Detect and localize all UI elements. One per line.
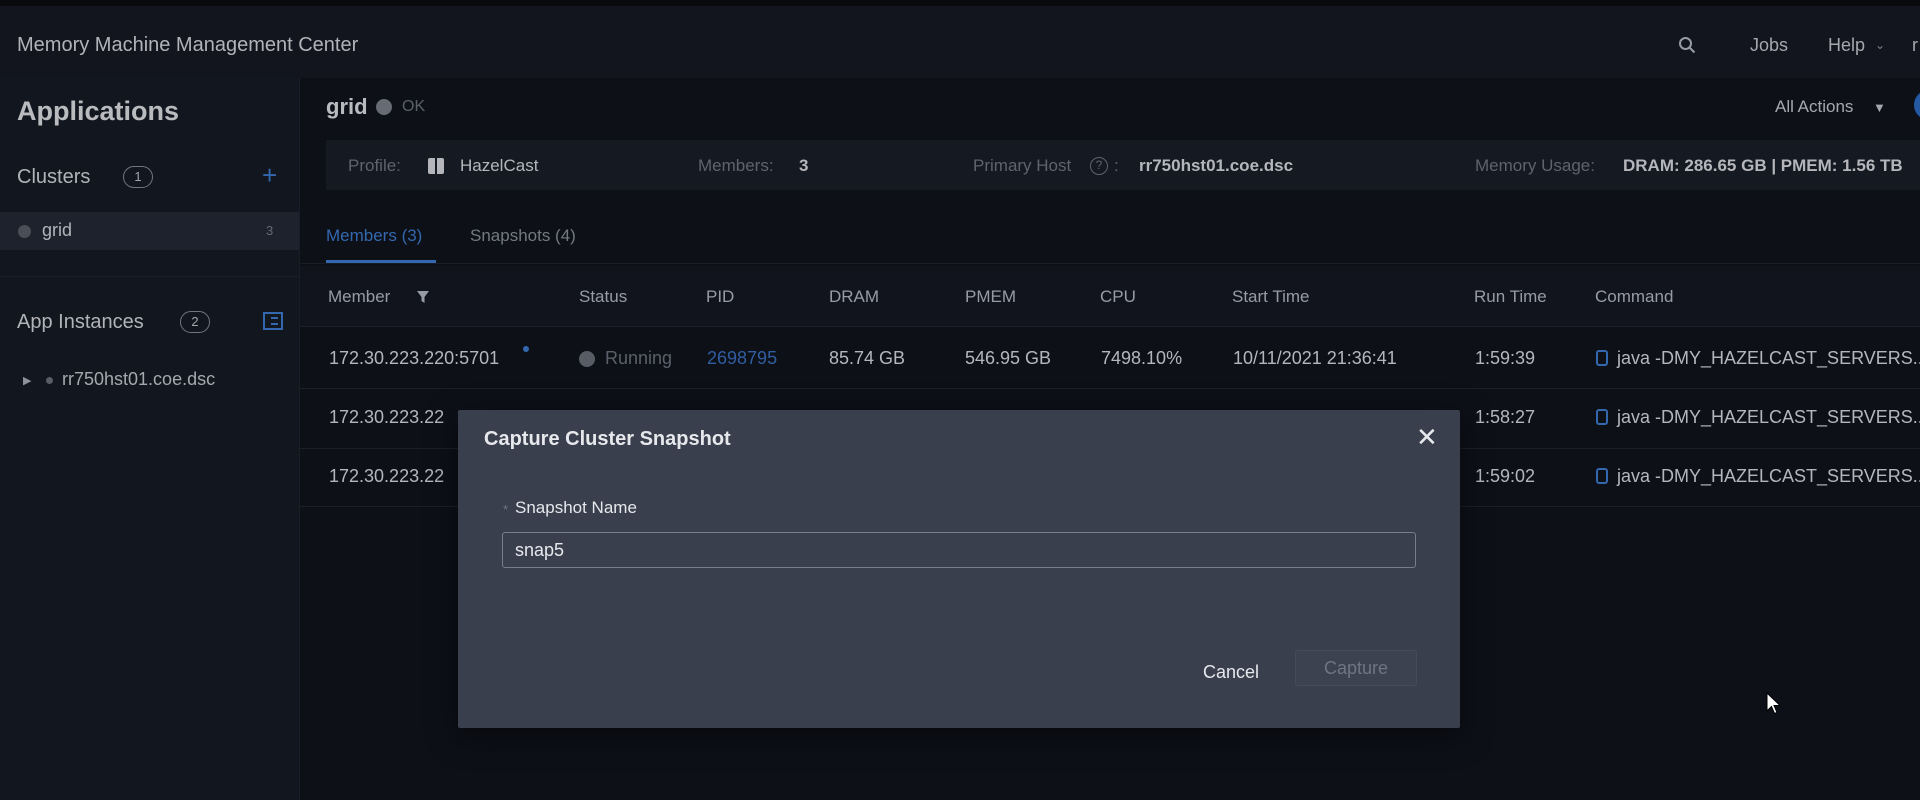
close-icon[interactable]: ✕: [1416, 424, 1438, 450]
capture-button[interactable]: Capture: [1295, 650, 1417, 686]
dialog-title: Capture Cluster Snapshot: [484, 428, 731, 450]
required-marker: *: [503, 502, 509, 517]
mouse-cursor-icon: [1766, 692, 1782, 715]
snapshot-name-label: Snapshot Name: [515, 498, 637, 517]
snapshot-name-input[interactable]: [502, 532, 1416, 568]
cancel-button[interactable]: Cancel: [1185, 654, 1277, 690]
